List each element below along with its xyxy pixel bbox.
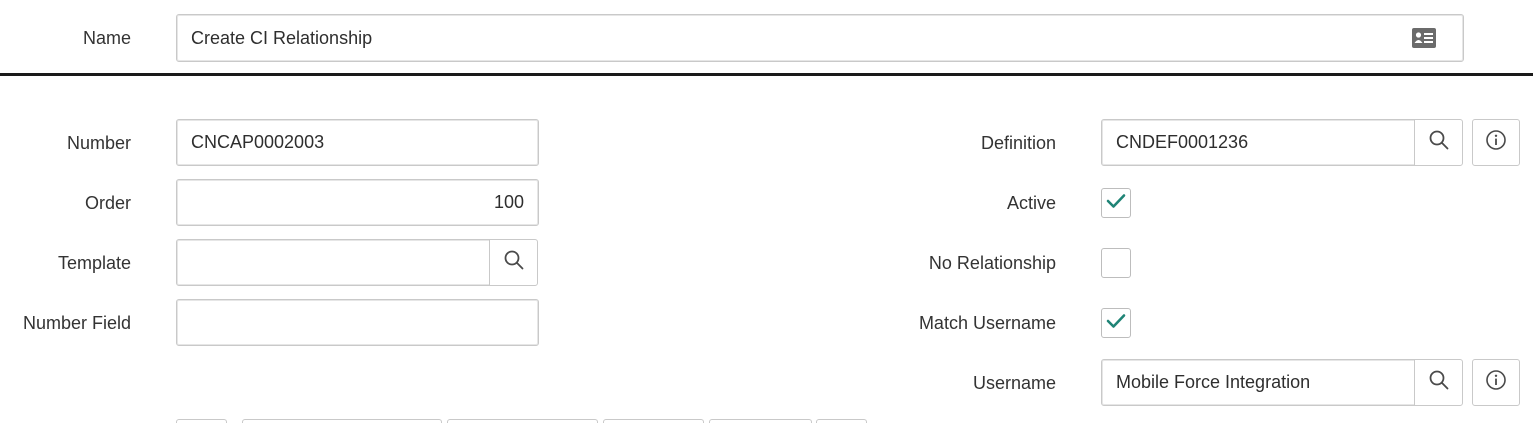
info-icon (1485, 369, 1507, 396)
active-label: Active (1006, 193, 1056, 213)
name-field[interactable]: Create CI Relationship (176, 14, 1464, 62)
checkmark-icon (1106, 193, 1126, 214)
username-input[interactable]: Mobile Force Integration (1101, 359, 1417, 406)
bottom-button-3[interactable] (447, 419, 598, 423)
username-info-button[interactable] (1472, 359, 1520, 406)
definition-search-button[interactable] (1414, 119, 1463, 166)
username-search-button[interactable] (1414, 359, 1463, 406)
search-icon (1428, 129, 1450, 156)
number-field-input[interactable] (176, 299, 539, 346)
template-search-button[interactable] (489, 239, 538, 286)
match-username-label: Match Username (918, 313, 1056, 333)
bottom-button-2[interactable] (242, 419, 442, 423)
name-value: Create CI Relationship (191, 28, 373, 48)
definition-value: CNDEF0001236 (1116, 132, 1249, 152)
bottom-button-4[interactable] (603, 419, 704, 423)
template-label: Template (57, 253, 131, 273)
bottom-button-6[interactable] (816, 419, 867, 423)
order-label: Order (84, 193, 131, 213)
active-checkbox[interactable] (1101, 188, 1131, 218)
number-field-label: Number Field (22, 313, 131, 333)
section-divider (0, 73, 1533, 76)
match-username-checkbox[interactable] (1101, 308, 1131, 338)
definition-input[interactable]: CNDEF0001236 (1101, 119, 1417, 166)
search-icon (503, 249, 525, 276)
no-relationship-checkbox[interactable] (1101, 248, 1131, 278)
number-field[interactable]: CNCAP0002003 (176, 119, 539, 166)
name-label: Name (82, 28, 131, 48)
username-label: Username (972, 373, 1056, 393)
checkmark-icon (1106, 313, 1126, 334)
info-icon (1485, 129, 1507, 156)
no-relationship-label: No Relationship (928, 253, 1056, 273)
card-icon[interactable] (1411, 27, 1437, 49)
definition-info-button[interactable] (1472, 119, 1520, 166)
number-value: CNCAP0002003 (191, 132, 325, 152)
bottom-button-5[interactable] (709, 419, 812, 423)
order-value: 100 (493, 192, 524, 212)
template-input[interactable] (176, 239, 491, 286)
number-label: Number (66, 133, 131, 153)
order-field[interactable]: 100 (176, 179, 539, 226)
username-value: Mobile Force Integration (1116, 372, 1311, 392)
definition-label: Definition (980, 133, 1056, 153)
search-icon (1428, 369, 1450, 396)
bottom-button-1[interactable] (176, 419, 227, 423)
